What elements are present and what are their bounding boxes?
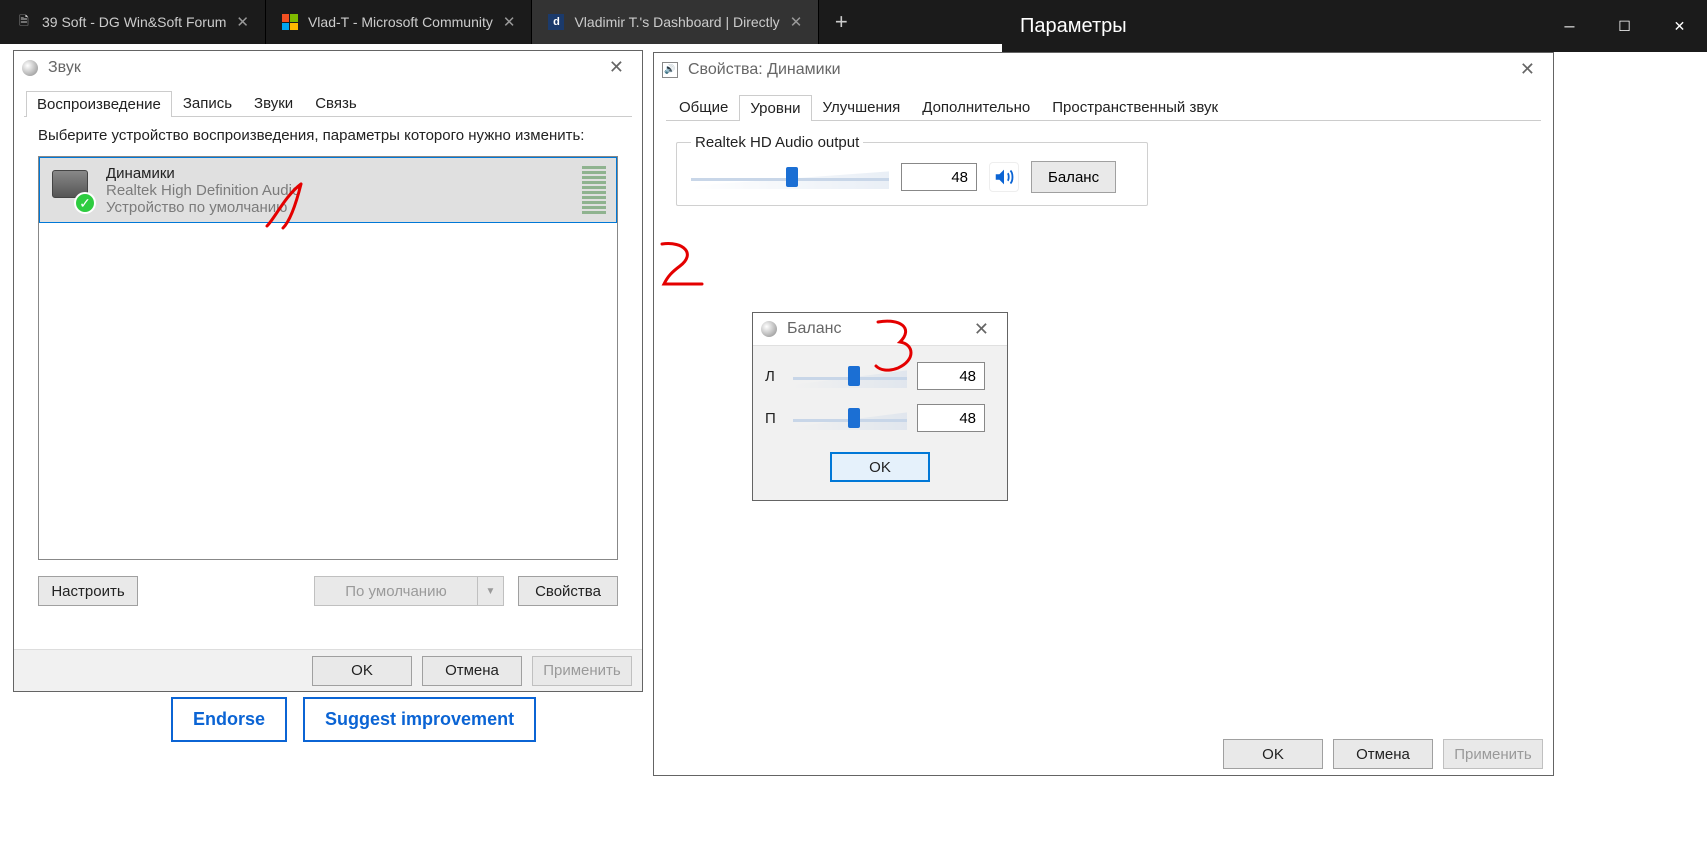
tab-levels[interactable]: Уровни: [739, 95, 811, 121]
dialog-titlebar[interactable]: 🔊 Свойства: Динамики ✕: [654, 53, 1553, 86]
browser-tab[interactable]: Vlad-T - Microsoft Community ✕: [266, 0, 532, 44]
directly-icon: d: [548, 14, 564, 30]
dialog-title: Свойства: Динамики: [688, 61, 841, 79]
page-action-buttons: Endorse Suggest improvement: [171, 697, 536, 742]
dialog-title: Баланс: [787, 320, 841, 338]
apply-button: Применить: [532, 656, 632, 686]
close-button[interactable]: ✕: [1652, 0, 1707, 52]
close-icon[interactable]: ✕: [236, 13, 249, 31]
speaker-icon: 🔊: [662, 62, 678, 78]
minimize-button[interactable]: ─: [1542, 0, 1597, 52]
left-balance-value[interactable]: [917, 362, 985, 390]
left-balance-slider[interactable]: [793, 363, 907, 389]
dialog-titlebar[interactable]: Баланс ✕: [753, 313, 1007, 346]
endorse-button[interactable]: Endorse: [171, 697, 287, 742]
configure-button[interactable]: Настроить: [38, 576, 138, 606]
slider-thumb[interactable]: [848, 408, 860, 428]
mute-toggle-button[interactable]: [989, 162, 1019, 192]
settings-title: Параметры: [1020, 15, 1127, 38]
device-list[interactable]: ✓ Динамики Realtek High Definition Audio…: [38, 156, 618, 560]
volume-value-input[interactable]: [901, 163, 977, 191]
device-status: Устройство по умолчанию: [106, 199, 300, 216]
sound-icon: [22, 60, 38, 76]
dialog-title: Звук: [48, 59, 81, 77]
ok-button[interactable]: OK: [1223, 739, 1323, 769]
microsoft-icon: [282, 14, 298, 30]
tab-title: 39 Soft - DG Win&Soft Forum: [42, 14, 226, 30]
set-default-dropdown: По умолчанию ▼: [314, 576, 504, 606]
slider-thumb[interactable]: [786, 167, 798, 187]
dialog-titlebar[interactable]: Звук ✕: [14, 51, 642, 84]
tab-general[interactable]: Общие: [668, 94, 739, 120]
balance-button[interactable]: Баланс: [1031, 161, 1116, 193]
cancel-button[interactable]: Отмена: [1333, 739, 1433, 769]
device-item-speakers[interactable]: ✓ Динамики Realtek High Definition Audio…: [39, 157, 617, 223]
output-label: Realtek HD Audio output: [691, 134, 863, 151]
close-icon[interactable]: ✕: [1510, 59, 1545, 80]
cancel-button[interactable]: Отмена: [422, 656, 522, 686]
tab-enhancements[interactable]: Улучшения: [812, 94, 912, 120]
sound-icon: [761, 321, 777, 337]
device-driver: Realtek High Definition Audio: [106, 182, 300, 199]
tab-title: Vladimir T.'s Dashboard | Directly: [574, 14, 779, 30]
sound-dialog: Звук ✕ Воспроизведение Запись Звуки Связ…: [13, 50, 643, 692]
tab-communications[interactable]: Связь: [304, 90, 367, 116]
right-balance-value[interactable]: [917, 404, 985, 432]
maximize-button[interactable]: ☐: [1597, 0, 1652, 52]
apply-button: Применить: [1443, 739, 1543, 769]
ok-button[interactable]: OK: [830, 452, 930, 482]
slider-thumb[interactable]: [848, 366, 860, 386]
instruction-text: Выберите устройство воспроизведения, пар…: [24, 117, 632, 156]
tab-spatial[interactable]: Пространственный звук: [1041, 94, 1229, 120]
tab-sounds[interactable]: Звуки: [243, 90, 304, 116]
tab-advanced[interactable]: Дополнительно: [911, 94, 1041, 120]
tab-recording[interactable]: Запись: [172, 90, 243, 116]
level-meter-icon: [582, 166, 606, 214]
ok-button[interactable]: OK: [312, 656, 412, 686]
balance-dialog: Баланс ✕ Л П OK: [752, 312, 1008, 501]
properties-button[interactable]: Свойства: [518, 576, 618, 606]
speaker-device-icon: ✓: [50, 168, 94, 212]
volume-slider[interactable]: [691, 164, 889, 190]
browser-tab[interactable]: 🗎 39 Soft - DG Win&Soft Forum ✕: [0, 0, 266, 44]
left-channel-label: Л: [765, 368, 783, 385]
close-icon[interactable]: ✕: [790, 13, 803, 31]
suggest-improvement-button[interactable]: Suggest improvement: [303, 697, 536, 742]
browser-tab[interactable]: d Vladimir T.'s Dashboard | Directly ✕: [532, 0, 819, 44]
close-icon[interactable]: ✕: [503, 13, 516, 31]
settings-window-titlebar: Параметры ─ ☐ ✕: [1002, 0, 1707, 52]
sound-tabs: Воспроизведение Запись Звуки Связь: [24, 90, 632, 117]
right-balance-slider[interactable]: [793, 405, 907, 431]
chevron-down-icon: ▼: [477, 577, 503, 605]
device-name: Динамики: [106, 165, 300, 182]
properties-tabs: Общие Уровни Улучшения Дополнительно Про…: [666, 94, 1541, 121]
tab-title: Vlad-T - Microsoft Community: [308, 14, 493, 30]
right-channel-label: П: [765, 410, 783, 427]
checkmark-icon: ✓: [74, 192, 96, 214]
tab-playback[interactable]: Воспроизведение: [26, 91, 172, 117]
favicon-icon: 🗎: [16, 14, 32, 30]
close-icon[interactable]: ✕: [964, 319, 999, 340]
new-tab-button[interactable]: +: [819, 0, 863, 44]
set-default-label: По умолчанию: [315, 577, 477, 605]
output-level-group: Realtek HD Audio output Баланс: [676, 134, 1148, 206]
close-icon[interactable]: ✕: [599, 57, 634, 78]
